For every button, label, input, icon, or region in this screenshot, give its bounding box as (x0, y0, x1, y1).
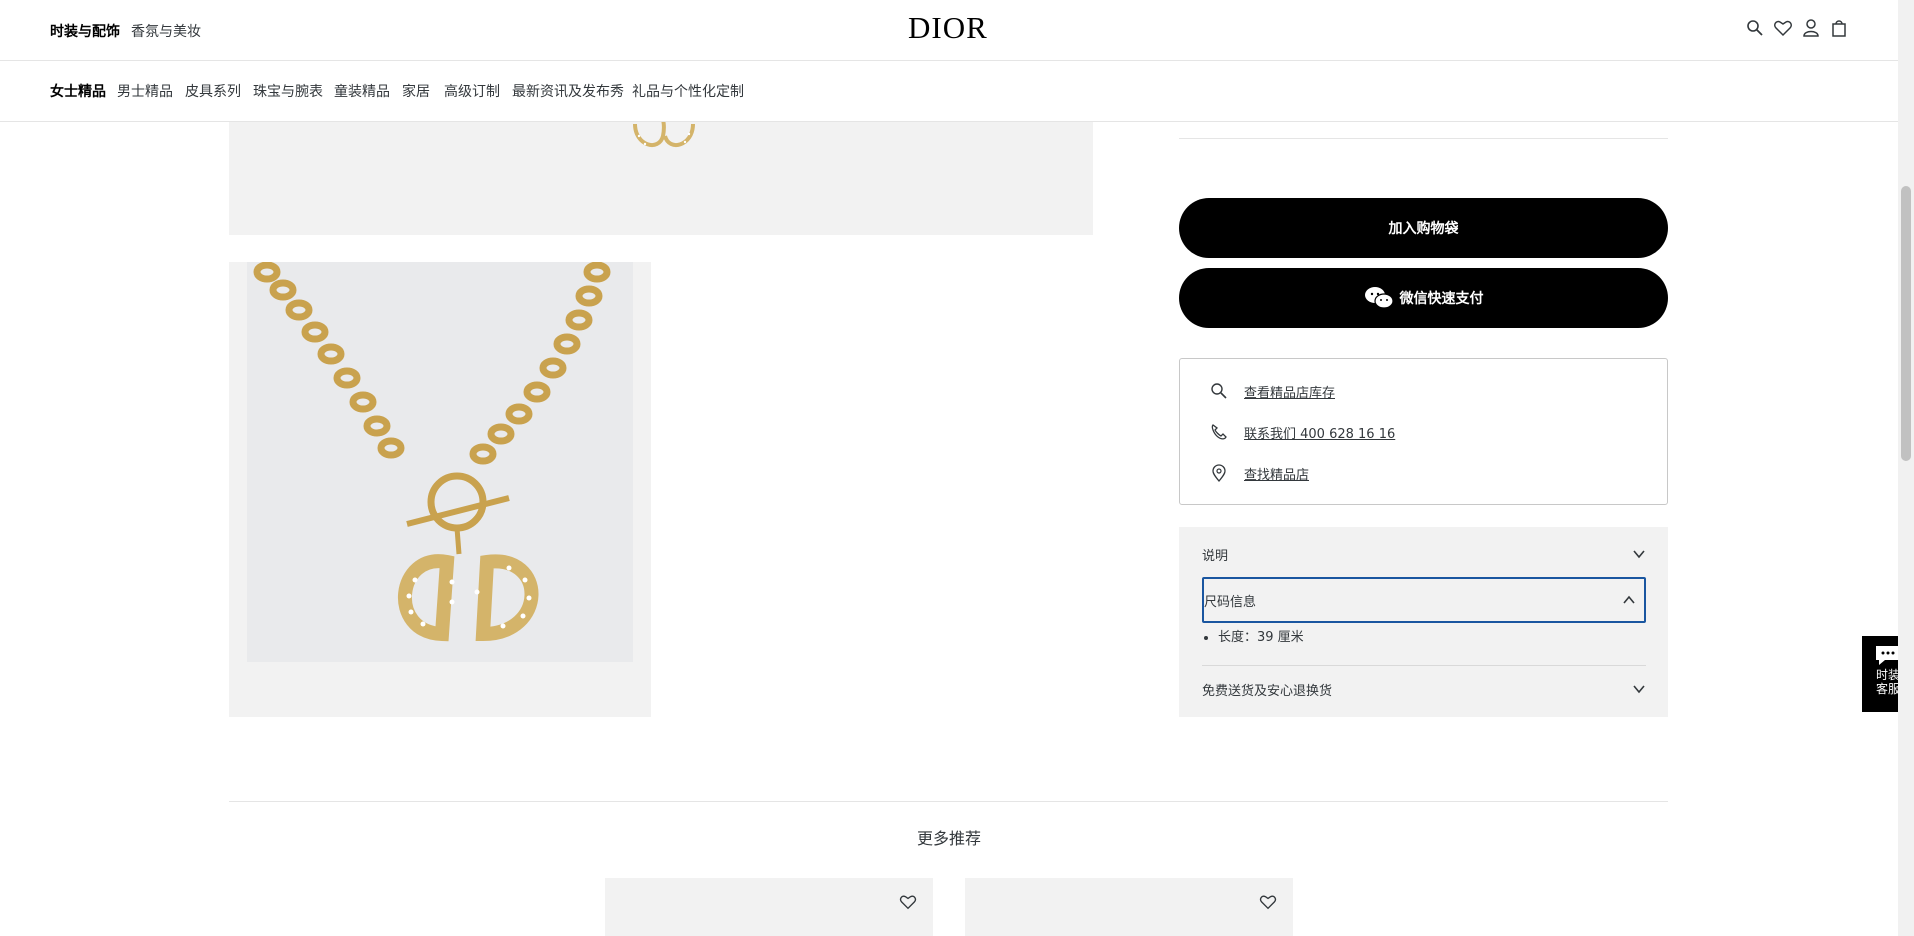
nav-item-women[interactable]: 女士精品 (50, 81, 106, 101)
accordion-shipping[interactable]: 免费送货及安心退换货 (1202, 667, 1646, 711)
category-nav: 女士精品 男士精品 皮具系列 珠宝与腕表 童装精品 家居 高级订制 最新资讯及发… (0, 61, 1898, 122)
top-header: 时装与配饰 香氛与美妆 DIOR (0, 0, 1898, 61)
product-accordion: 说明 尺码信息 长度：39 厘米 免费送货及安心退换货 (1179, 527, 1668, 717)
recommend-card[interactable] (605, 878, 933, 936)
contact-link[interactable]: 联系我们 400 628 16 16 (1244, 423, 1395, 442)
nav-item-news[interactable]: 最新资讯及发布秀 (512, 81, 624, 101)
accordion-description[interactable]: 说明 (1202, 532, 1646, 576)
divider (1179, 138, 1668, 139)
heart-icon[interactable] (899, 893, 917, 911)
nav-item-gifts[interactable]: 礼品与个性化定制 (632, 81, 744, 101)
find-store-link[interactable]: 查找精品店 (1244, 464, 1309, 483)
nav-item-men[interactable]: 男士精品 (117, 81, 173, 101)
nav-item-home[interactable]: 家居 (402, 81, 430, 101)
nav-item-kids[interactable]: 童装精品 (334, 81, 390, 101)
page-scrollbar[interactable] (1898, 0, 1914, 936)
search-icon (1211, 383, 1227, 399)
accordion-size-label: 尺码信息 (1204, 594, 1257, 610)
dior-logo[interactable]: DIOR (908, 10, 988, 46)
accordion-divider (1202, 665, 1646, 666)
search-icon[interactable] (1745, 18, 1765, 38)
heart-icon[interactable] (1773, 18, 1793, 38)
wechat-icon (1364, 287, 1394, 309)
product-image-top[interactable] (229, 122, 1093, 235)
recommend-card[interactable] (965, 878, 1293, 936)
find-store-row[interactable]: 查找精品店 (1210, 461, 1309, 485)
accordion-description-label: 说明 (1202, 548, 1229, 564)
accordion-size-info[interactable]: 尺码信息 (1202, 577, 1646, 623)
accordion-shipping-label: 免费送货及安心退换货 (1202, 683, 1333, 699)
chevron-down-icon (1633, 550, 1645, 559)
size-detail-list: 长度：39 厘米 (1202, 626, 1304, 645)
heart-icon[interactable] (1259, 893, 1277, 911)
scrollbar-thumb[interactable] (1901, 186, 1911, 461)
wechat-pay-label: 微信快速支付 (1399, 290, 1484, 306)
chat-label-line1: 时装 (1875, 668, 1900, 682)
top-link-beauty[interactable]: 香氛与美妆 (131, 21, 201, 41)
chat-label-line2: 客服 (1875, 682, 1900, 696)
chevron-down-icon (1633, 685, 1645, 694)
phone-icon (1211, 424, 1227, 440)
user-icon[interactable] (1801, 18, 1821, 38)
cd-pendant-image (633, 122, 695, 148)
nav-item-leather[interactable]: 皮具系列 (185, 81, 241, 101)
check-stock-row[interactable]: 查看精品店库存 (1210, 379, 1335, 403)
chevron-up-icon (1623, 595, 1635, 604)
product-image-necklace[interactable] (229, 262, 651, 717)
add-to-bag-button[interactable]: 加入购物袋 (1179, 198, 1668, 258)
top-link-fashion[interactable]: 时装与配饰 (50, 21, 120, 41)
nav-item-couture[interactable]: 高级订制 (444, 81, 500, 101)
location-pin-icon (1212, 464, 1226, 482)
check-stock-link[interactable]: 查看精品店库存 (1244, 382, 1335, 401)
nav-item-jewelry[interactable]: 珠宝与腕表 (253, 81, 323, 101)
contact-row[interactable]: 联系我们 400 628 16 16 (1210, 420, 1395, 444)
bag-icon[interactable] (1829, 18, 1849, 38)
wechat-pay-button[interactable]: 微信快速支付 (1179, 268, 1668, 328)
size-detail-item: 长度：39 厘米 (1218, 626, 1304, 645)
recommend-title: 更多推荐 (916, 829, 981, 848)
necklace-image (247, 262, 633, 662)
store-info-box: 查看精品店库存 联系我们 400 628 16 16 查找精品店 (1179, 358, 1668, 505)
section-divider (229, 801, 1668, 802)
